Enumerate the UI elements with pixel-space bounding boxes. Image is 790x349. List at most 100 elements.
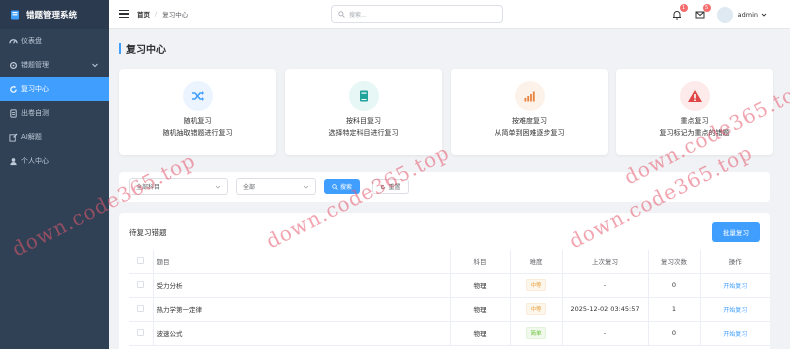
signal-bars-icon [524,91,535,102]
column-header: 上次复习 [562,250,649,274]
menu-toggle-icon[interactable] [119,9,129,19]
main-content: 复习中心 随机复习 随机抽取错题进行复习 按科目复习 选择特定科目进行复习 按难… [109,29,790,349]
breadcrumb-separator: / [155,10,158,18]
start-review-link[interactable]: 开始复习 [723,331,747,338]
column-header: 科目 [450,250,511,274]
row-checkbox[interactable] [137,280,145,288]
list-title: 待复习错题 [129,228,167,237]
subject-select[interactable]: 全部科目 [129,178,228,195]
sidebar-item-profile[interactable]: 个人中心 [0,149,109,173]
row-action-cell: 开始复习 [700,273,770,298]
card-desc: 复习标记为重点的错题 [659,129,730,137]
sidebar-item-review[interactable]: 复习中心 [0,77,109,101]
row-count: 0 [648,273,701,298]
sidebar-item-self-test[interactable]: 出卷自测 [0,101,109,125]
search-icon [338,10,345,18]
messages-badge: 5 [702,3,711,12]
search-placeholder: 搜索... [349,11,367,19]
card-icon-wrap [679,81,710,111]
card-desc: 随机抽取错题进行复习 [162,129,233,137]
difficulty-tag: 中等 [526,303,546,315]
search-button-label: 搜索 [339,184,352,191]
notifications-badge: 1 [679,3,688,12]
card-key-review[interactable]: 重点复习 复习标记为重点的错题 [616,69,773,155]
review-list-panel: 待复习错题 批量复习 题目 科目 难度 上次复习 复习次数 操作 受力分析 物理 [119,213,770,349]
search-button[interactable]: 搜索 [324,179,360,194]
caret-down-icon[interactable] [761,12,767,18]
table-row: 受力分析 物理 中等 - 0 开始复习 [129,273,770,298]
page-title-wrap: 复习中心 [119,41,166,56]
difficulty-select[interactable]: 全部 [236,178,316,195]
row-check-cell [129,321,154,346]
row-action-cell: 开始复习 [700,297,770,322]
table-row: 波速公式 物理 简单 - 0 开始复习 [129,321,770,346]
select-all-cell [129,250,154,274]
sidebar-item-label: 错题管理 [21,61,49,69]
review-table: 题目 科目 难度 上次复习 复习次数 操作 受力分析 物理 中等 - 0 开始复… [129,250,770,346]
sidebar: 错题管理系统 仪表盘 错题管理 复习中心 出卷自测 AI解题 个人中心 [0,0,109,349]
book-logo-icon [11,10,19,19]
row-subject: 物理 [450,297,511,322]
card-subject-review[interactable]: 按科目复习 选择特定科目进行复习 [285,69,442,155]
difficulty-tag: 简单 [526,327,546,339]
row-title: 热力学第一定律 [153,297,451,322]
row-subject: 物理 [450,321,511,346]
dashboard-icon [9,38,18,44]
row-checkbox[interactable] [137,328,145,336]
card-title: 按难度复习 [512,117,547,125]
sidebar-item-label: 出卷自测 [21,109,49,117]
notifications-button[interactable]: 1 [671,3,688,21]
row-subject: 物理 [450,273,511,298]
row-action-cell: 开始复习 [700,321,770,346]
card-difficulty-review[interactable]: 按难度复习 从简单到困难逐步复习 [451,69,608,155]
warning-icon [687,90,702,102]
row-checkbox[interactable] [137,304,145,312]
title-accent-bar [119,42,121,54]
table-row: 热力学第一定律 物理 中等 2025-12-02 03:45:57 1 开始复习 [129,297,770,322]
user-name[interactable]: admin [738,11,758,19]
row-title: 波速公式 [153,321,451,346]
row-difficulty-cell: 简单 [510,321,563,346]
card-random-review[interactable]: 随机复习 随机抽取错题进行复习 [119,69,276,155]
row-count: 1 [648,297,701,322]
sidebar-item-label: 仪表盘 [21,37,42,45]
gear-icon [9,61,18,69]
sidebar-item-mistakes[interactable]: 错题管理 [0,53,109,77]
mail-icon [695,11,705,18]
column-header: 操作 [700,250,770,274]
reset-button-label: 重置 [388,184,401,191]
row-last-review: 2025-12-02 03:45:57 [562,297,649,322]
avatar[interactable] [716,6,733,23]
search-input[interactable]: 搜索... [331,5,503,23]
sidebar-item-label: 个人中心 [21,157,49,165]
document-icon [10,108,17,118]
start-review-link[interactable]: 开始复习 [723,307,747,314]
messages-button[interactable]: 5 [694,3,711,21]
card-title: 重点复习 [680,117,709,125]
shuffle-icon [191,91,204,101]
start-review-link[interactable]: 开始复习 [723,283,747,290]
select-all-checkbox[interactable] [137,256,145,264]
sidebar-item-dashboard[interactable]: 仪表盘 [0,29,109,53]
brand: 错题管理系统 [0,0,109,29]
refresh-icon [10,85,17,93]
card-desc: 从简单到困难逐步复习 [494,129,565,137]
chevron-down-icon [92,63,98,68]
chevron-down-icon [215,185,221,189]
row-count: 0 [648,321,701,346]
book-icon [359,90,368,102]
filter-bar: 全部科目 全部 搜索 重置 [119,172,770,202]
row-difficulty-cell: 中等 [510,297,563,322]
column-header: 题目 [153,250,451,274]
row-last-review: - [562,273,649,298]
card-icon-wrap [514,81,545,111]
batch-review-button[interactable]: 批量复习 [712,222,760,242]
sidebar-item-ai-solve[interactable]: AI解题 [0,125,109,149]
breadcrumb-home[interactable]: 首页 [137,9,150,19]
top-header: 首页 / 复习中心 搜索... 1 5 admin [109,0,790,29]
row-check-cell [129,273,154,298]
header-actions: 1 5 admin [671,0,790,29]
column-header: 难度 [510,250,563,274]
edit-icon [9,132,18,142]
reset-button[interactable]: 重置 [372,179,409,194]
